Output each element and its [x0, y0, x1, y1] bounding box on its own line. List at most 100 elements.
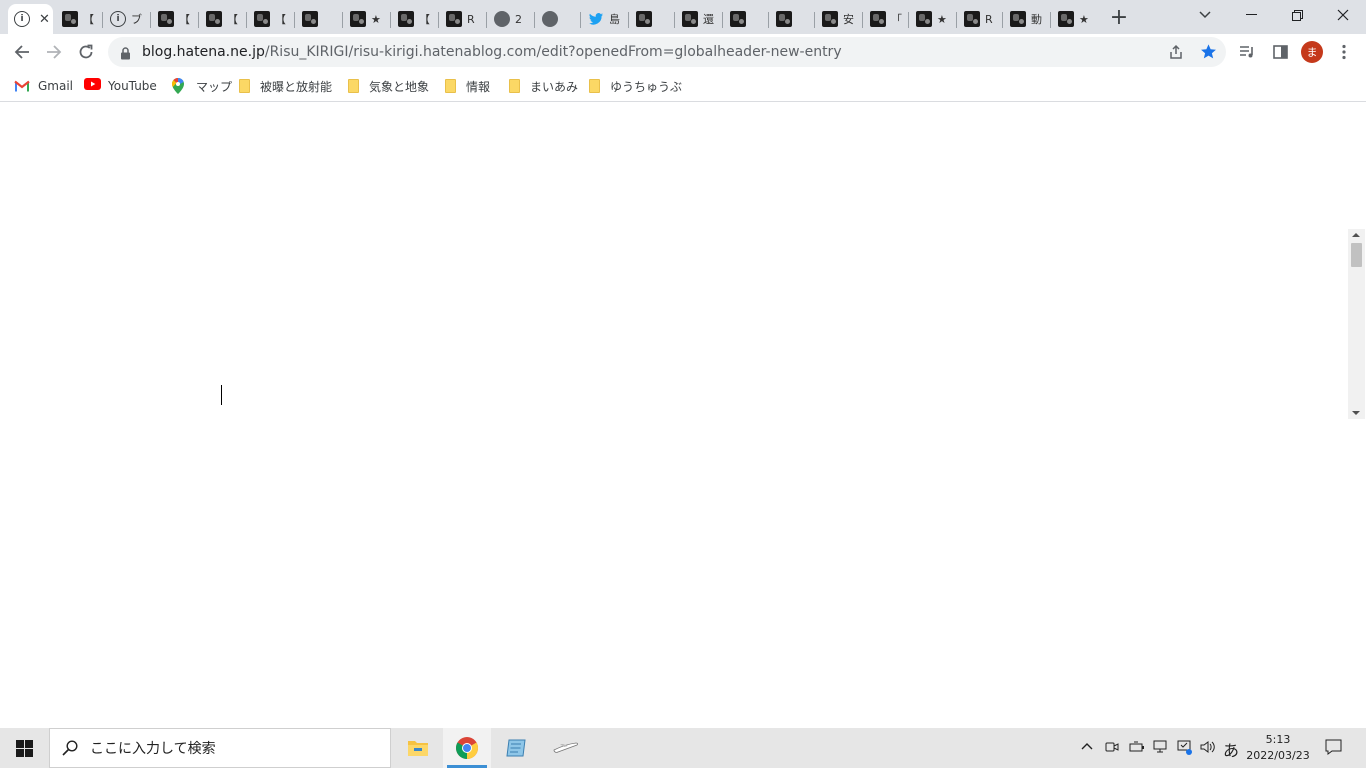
lock-icon[interactable] — [120, 45, 131, 64]
tab-19[interactable]: 「 — [864, 4, 909, 34]
bookmark-gmail[interactable]: Gmail — [14, 76, 73, 96]
tab-label: 【 — [275, 13, 286, 26]
scrollbar-thumb[interactable] — [1351, 243, 1362, 267]
media-control-button[interactable] — [1233, 38, 1261, 66]
tab-6[interactable]: 【 — [248, 4, 295, 34]
back-button[interactable] — [8, 38, 36, 66]
tab-10[interactable]: R — [440, 4, 487, 34]
tab-3[interactable]: i ブ — [104, 4, 151, 34]
bookmarks-bar: Gmail YouTube マップ 被曝と放射能 気象と地象 情報 まいあみ ゆ… — [0, 70, 1366, 102]
side-panel-button[interactable] — [1266, 38, 1294, 66]
restore-button[interactable] — [1274, 0, 1320, 30]
tab-search-button[interactable] — [1182, 0, 1228, 30]
close-icon — [1337, 9, 1349, 21]
volume-icon[interactable] — [1200, 740, 1216, 758]
more-vertical-icon — [1342, 44, 1346, 60]
bookmark-youtube[interactable]: YouTube — [84, 76, 157, 96]
tab-15[interactable]: 還 — [676, 4, 723, 34]
forward-button[interactable] — [40, 38, 68, 66]
battery-icon[interactable] — [1129, 740, 1145, 758]
editor-scrollbar[interactable] — [1348, 229, 1365, 419]
thumbnail-icon — [822, 11, 838, 27]
chrome-taskbar-button[interactable] — [443, 728, 491, 768]
bookmark-maps[interactable]: マップ — [171, 76, 233, 96]
minimize-button[interactable] — [1228, 0, 1274, 30]
bookmark-folder-3[interactable]: 情報 — [442, 76, 490, 96]
clock[interactable]: 5:13 2022/03/23 — [1240, 732, 1316, 764]
tab-7[interactable] — [296, 4, 343, 34]
tab-16[interactable] — [724, 4, 769, 34]
notepad-taskbar-button[interactable] — [492, 728, 540, 768]
reload-button[interactable] — [72, 38, 100, 66]
tab-8[interactable]: ★ — [344, 4, 391, 34]
taskbar-search-box[interactable]: ここに入力して検索 — [49, 728, 391, 768]
bookmark-label: 被曝と放射能 — [260, 79, 333, 94]
tab-22[interactable]: 動 — [1004, 4, 1051, 34]
tab-4[interactable]: 【 — [152, 4, 199, 34]
tab-1[interactable]: i ✕ — [8, 4, 53, 34]
tab-label: 2 — [515, 12, 522, 26]
scroll-down-icon[interactable] — [1352, 410, 1360, 416]
folder-icon — [445, 79, 456, 93]
thumbnail-icon — [682, 11, 698, 27]
tab-20[interactable]: ★ — [910, 4, 957, 34]
menu-button[interactable] — [1330, 38, 1358, 66]
clock-date: 2022/03/23 — [1246, 749, 1310, 762]
clock-time: 5:13 — [1265, 733, 1291, 746]
network-icon[interactable] — [1153, 740, 1169, 758]
tab-14[interactable] — [630, 4, 675, 34]
profile-initial: ま — [1306, 46, 1318, 59]
bookmark-label: マップ — [196, 79, 233, 94]
bookmark-folder-5[interactable]: ゆうちゅうぶ — [586, 76, 682, 96]
url-text[interactable]: blog.hatena.ne.jp/Risu_KIRIGI/risu-kirig… — [142, 44, 842, 60]
ime-indicator[interactable]: あ — [1223, 737, 1239, 761]
search-icon — [62, 740, 78, 756]
browser-toolbar: blog.hatena.ne.jp/Risu_KIRIGI/risu-kirig… — [0, 34, 1366, 70]
tab-label: 島 — [609, 13, 620, 26]
security-icon[interactable] — [1177, 740, 1193, 759]
tab-23[interactable]: ★ — [1052, 4, 1098, 34]
tab-11[interactable]: 2 — [488, 4, 535, 34]
share-icon[interactable] — [1168, 44, 1184, 64]
meet-now-icon[interactable] — [1105, 740, 1119, 758]
airplane-app-button[interactable] — [542, 728, 590, 768]
tab-label: 「 — [891, 13, 902, 26]
side-panel-icon — [1272, 45, 1288, 59]
bookmark-folder-2[interactable]: 気象と地象 — [345, 76, 429, 96]
gmail-icon — [14, 78, 30, 94]
tab-9[interactable]: 【 — [392, 4, 439, 34]
bookmark-star-icon[interactable] — [1200, 43, 1217, 64]
tab-label: 還 — [703, 13, 714, 26]
tab-2[interactable]: 【 — [56, 4, 103, 34]
tab-21[interactable]: R — [958, 4, 1003, 34]
tab-13[interactable]: 島 — [582, 4, 629, 34]
tab-label: ★ — [1079, 12, 1089, 26]
tab-17[interactable] — [770, 4, 815, 34]
scroll-up-icon[interactable] — [1352, 232, 1360, 238]
thumbnail-icon — [206, 11, 222, 27]
tab-label: ブ — [131, 13, 142, 26]
folder-icon — [348, 79, 359, 93]
thumbnail-icon — [870, 11, 886, 27]
bookmark-folder-1[interactable]: 被曝と放射能 — [236, 76, 332, 96]
airplane-icon — [553, 742, 579, 753]
notifications-icon[interactable] — [1325, 739, 1342, 759]
tab-strip: i ✕ 【 i ブ 【 【 【 ★ 【 R 2 島 還 安 「 ★ R 動 ★ … — [0, 0, 1366, 34]
address-bar[interactable]: blog.hatena.ne.jp/Risu_KIRIGI/risu-kirig… — [108, 37, 1226, 67]
file-explorer-button[interactable] — [394, 728, 442, 768]
windows-logo-icon — [15, 739, 33, 757]
tab-18[interactable]: 安 — [816, 4, 863, 34]
bookmark-folder-4[interactable]: まいあみ — [506, 76, 578, 96]
thumbnail-icon — [398, 11, 414, 27]
tray-overflow-icon[interactable] — [1081, 739, 1093, 754]
start-button[interactable] — [0, 728, 48, 768]
bookmark-label: Gmail — [38, 79, 74, 93]
close-tab-icon[interactable]: ✕ — [39, 12, 50, 27]
profile-avatar[interactable]: ま — [1301, 41, 1323, 63]
close-window-button[interactable] — [1320, 0, 1366, 30]
new-tab-button[interactable]: + — [1097, 2, 1141, 32]
maps-pin-icon — [171, 77, 188, 94]
bookmark-label: YouTube — [108, 79, 157, 93]
tab-12[interactable] — [536, 4, 581, 34]
tab-5[interactable]: 【 — [200, 4, 247, 34]
